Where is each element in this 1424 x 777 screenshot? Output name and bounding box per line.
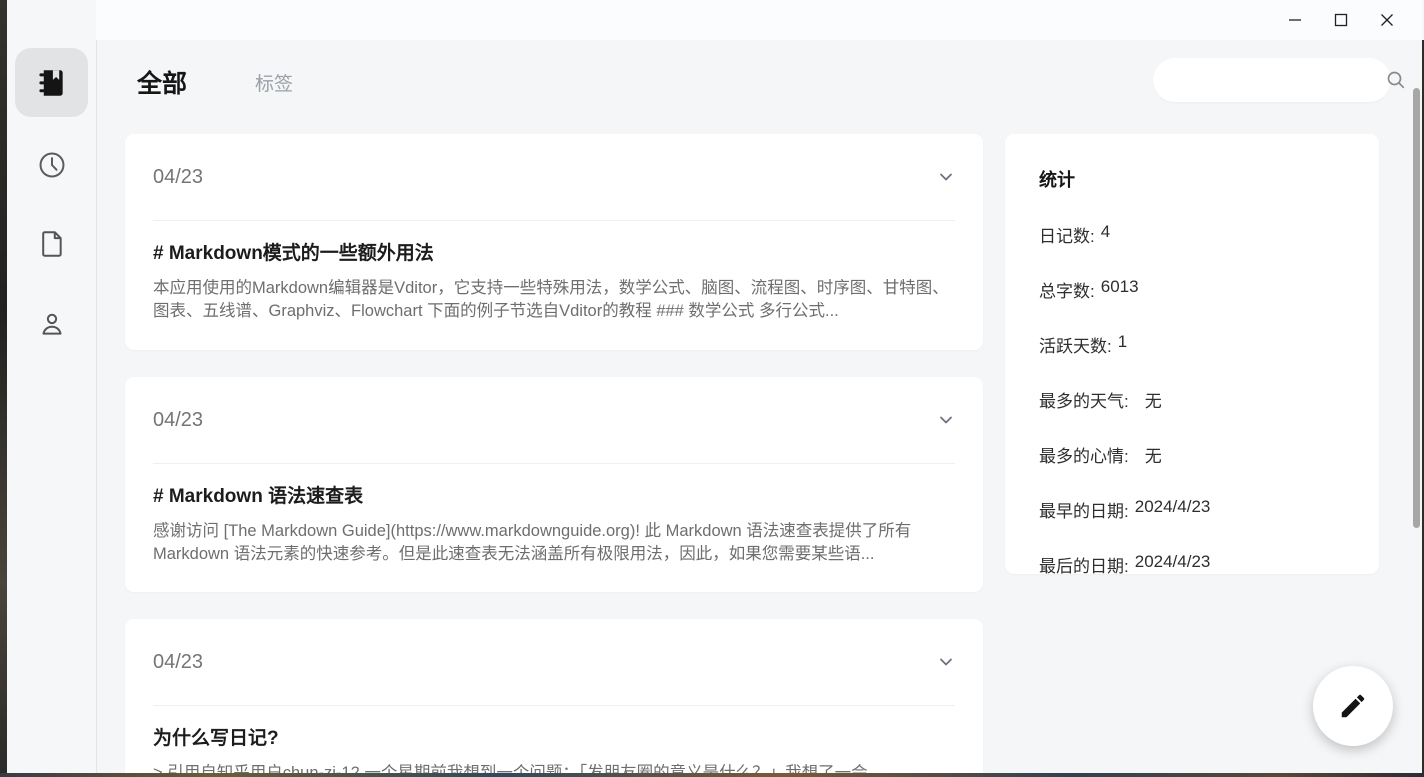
- tab-tags[interactable]: 标签: [255, 69, 293, 96]
- stat-value: 2024/4/23: [1135, 497, 1211, 522]
- sidebar-divider: [96, 40, 97, 773]
- clock-icon: [36, 149, 68, 181]
- stat-active-days: 活跃天数: 1: [1039, 332, 1345, 357]
- statistics-title: 统计: [1039, 166, 1345, 192]
- search-icon: [1384, 68, 1408, 92]
- stat-value: 2024/4/23: [1135, 552, 1211, 577]
- stat-label: 最多的天气:: [1039, 387, 1129, 412]
- diary-date: 04/23: [153, 166, 203, 189]
- search-input[interactable]: [1153, 71, 1384, 89]
- stat-label: 最多的心情:: [1039, 442, 1129, 467]
- diary-card-header[interactable]: 04/23: [153, 619, 955, 706]
- sidebar-item-diary[interactable]: [15, 48, 88, 117]
- new-entry-button[interactable]: [1313, 666, 1393, 746]
- titlebar: [7, 0, 1422, 40]
- maximize-button[interactable]: [1318, 2, 1364, 38]
- stat-value: 无: [1145, 387, 1162, 412]
- diary-card-header[interactable]: 04/23: [153, 134, 955, 221]
- sidebar: [7, 0, 96, 773]
- diary-title: # Markdown模式的一些额外用法: [153, 238, 955, 265]
- stat-top-weather: 最多的天气: 无: [1039, 387, 1345, 412]
- stat-value: 无: [1145, 442, 1162, 467]
- diary-preview: 本应用使用的Markdown编辑器是Vditor，它支持一些特殊用法，数学公式、…: [153, 277, 955, 322]
- sidebar-item-history[interactable]: [7, 141, 96, 189]
- person-icon: [36, 308, 68, 340]
- diary-date: 04/23: [153, 651, 203, 674]
- app-window: 全部 标签 04/23 # Markdown模式的一些额外用法 本应用使用的Ma…: [7, 0, 1422, 773]
- stat-label: 日记数:: [1039, 222, 1095, 247]
- stat-earliest-date: 最早的日期: 2024/4/23: [1039, 497, 1345, 522]
- desktop-edge-bottom: [0, 773, 1424, 777]
- stat-value: 1: [1118, 332, 1127, 357]
- statistics-panel: 统计 日记数: 4 总字数: 6013 活跃天数: 1 最多的天气: 无 最多的…: [1005, 134, 1379, 574]
- diary-card[interactable]: 04/23 # Markdown 语法速查表 感谢访问 [The Markdow…: [125, 377, 983, 592]
- sidebar-item-profile[interactable]: [7, 300, 96, 348]
- diary-preview: > 引用自知乎用户chun-zi-12 一个星期前我想到一个问题：「发朋友圈的意…: [153, 762, 955, 773]
- maximize-icon: [1334, 13, 1348, 27]
- document-icon: [36, 228, 68, 260]
- diary-preview: 感谢访问 [The Markdown Guide](https://www.ma…: [153, 520, 955, 565]
- stat-label: 最早的日期:: [1039, 497, 1129, 522]
- chevron-down-icon[interactable]: [937, 653, 955, 671]
- desktop-edge-left: [0, 0, 7, 777]
- search-button[interactable]: [1384, 68, 1408, 92]
- diary-card-header[interactable]: 04/23: [153, 377, 955, 464]
- stat-label: 总字数:: [1039, 277, 1095, 302]
- stat-word-count: 总字数: 6013: [1039, 277, 1345, 302]
- diary-title: 为什么写日记?: [153, 723, 955, 750]
- diary-card[interactable]: 04/23 # Markdown模式的一些额外用法 本应用使用的Markdown…: [125, 134, 983, 350]
- stat-diary-count: 日记数: 4: [1039, 222, 1345, 247]
- stat-value: 4: [1101, 222, 1110, 247]
- stat-value: 6013: [1101, 277, 1139, 302]
- minimize-button[interactable]: [1272, 2, 1318, 38]
- diary-date: 04/23: [153, 409, 203, 432]
- stat-label: 最后的日期:: [1039, 552, 1129, 577]
- notebook-icon: [34, 65, 70, 101]
- close-icon: [1380, 13, 1394, 27]
- stat-label: 活跃天数:: [1039, 332, 1112, 357]
- close-button[interactable]: [1364, 2, 1410, 38]
- diary-card[interactable]: 04/23 为什么写日记? > 引用自知乎用户chun-zi-12 一个星期前我…: [125, 619, 983, 773]
- chevron-down-icon[interactable]: [937, 168, 955, 186]
- diary-title: # Markdown 语法速查表: [153, 481, 955, 508]
- scrollbar-thumb[interactable]: [1413, 88, 1420, 528]
- stat-last-date: 最后的日期: 2024/4/23: [1039, 552, 1345, 577]
- stat-top-mood: 最多的心情: 无: [1039, 442, 1345, 467]
- tab-all[interactable]: 全部: [137, 64, 187, 100]
- sidebar-item-documents[interactable]: [7, 220, 96, 268]
- minimize-icon: [1288, 13, 1302, 27]
- chevron-down-icon[interactable]: [937, 411, 955, 429]
- pencil-icon: [1338, 691, 1368, 721]
- search-box[interactable]: [1153, 58, 1391, 102]
